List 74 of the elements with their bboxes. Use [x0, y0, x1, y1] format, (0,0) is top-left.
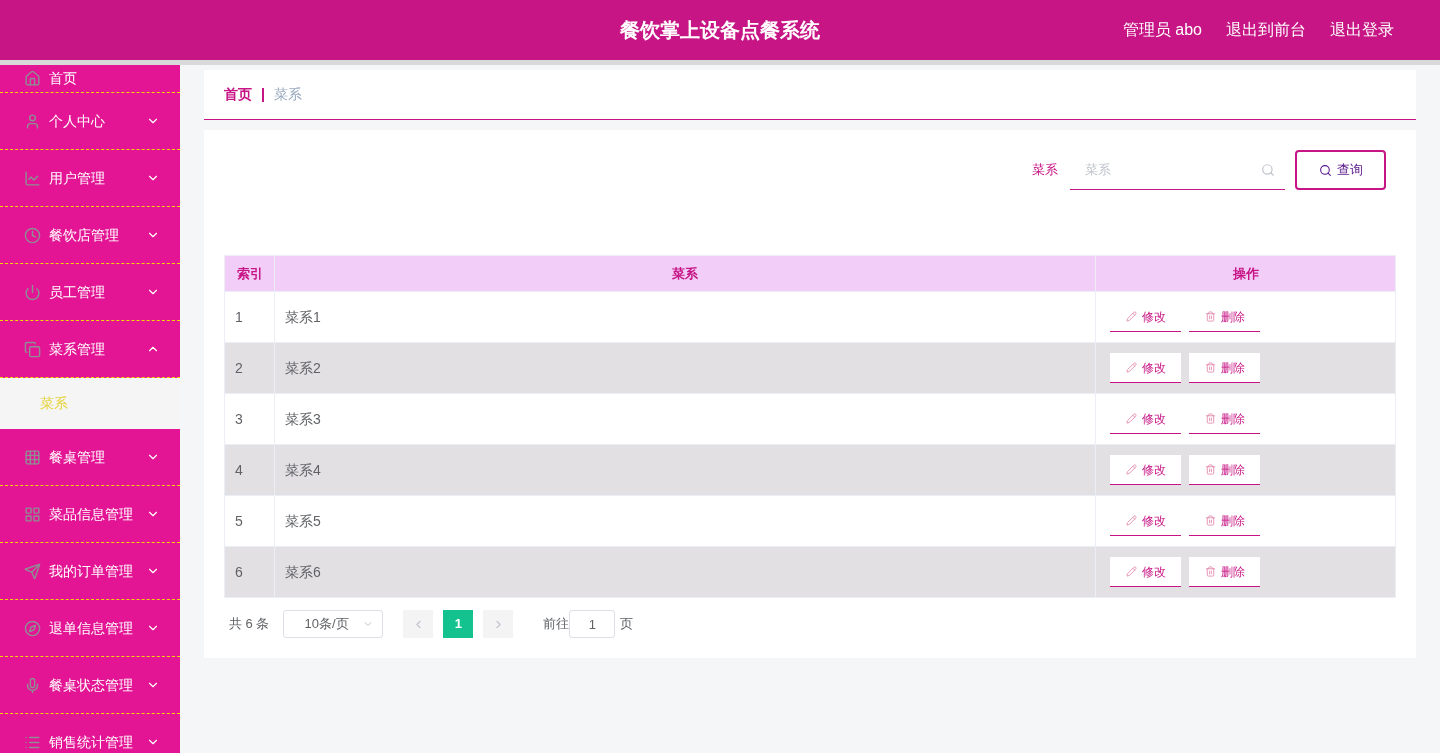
header-link[interactable]: 退出到前台	[1226, 18, 1306, 42]
column-header: 操作	[1095, 255, 1396, 292]
goto-label: 前往	[543, 615, 570, 634]
grid-icon	[24, 448, 41, 466]
sidebar-item[interactable]: 首页	[0, 65, 180, 93]
sidebar-item[interactable]: 餐桌管理	[0, 429, 180, 486]
table-cell: 6	[224, 546, 275, 598]
delete-button[interactable]: 删除	[1189, 557, 1260, 587]
trash-icon	[1204, 311, 1216, 322]
table-cell: 5	[224, 495, 275, 547]
app-title: 餐饮掌上设备点餐系统	[620, 18, 820, 43]
search-field[interactable]: 菜系	[1070, 150, 1285, 190]
pencil-icon	[1125, 311, 1137, 322]
search-icon	[1318, 163, 1332, 177]
edit-button[interactable]: 修改	[1110, 557, 1181, 587]
goto-suffix: 页	[620, 615, 634, 634]
trash-icon	[1204, 464, 1216, 475]
delete-button[interactable]: 删除	[1189, 353, 1260, 383]
edit-button[interactable]: 修改	[1110, 353, 1181, 383]
search-label: 菜系	[1032, 161, 1058, 180]
header-link[interactable]: 管理员 abo	[1122, 18, 1202, 42]
table-cell: 菜系2	[274, 342, 1096, 394]
delete-button[interactable]: 删除	[1189, 455, 1260, 485]
sidebar-item[interactable]: 个人中心	[0, 93, 180, 150]
goto-page-field[interactable]: 1	[569, 610, 616, 638]
sidebar-item[interactable]: 退单信息管理	[0, 600, 180, 657]
next-page-button[interactable]	[483, 610, 514, 638]
paper-plane-icon	[24, 562, 41, 580]
pencil-icon	[1125, 515, 1137, 526]
sidebar-item[interactable]: 菜品信息管理	[0, 486, 180, 543]
pencil-icon	[1125, 362, 1137, 373]
table-cell: 菜系4	[274, 444, 1096, 496]
table-cell: 菜系5	[274, 495, 1096, 547]
column-header: 菜系	[274, 255, 1096, 292]
column-header: 索引	[224, 255, 275, 292]
breadcrumb-home[interactable]: 首页	[224, 84, 252, 105]
sidebar-item[interactable]: 员工管理	[0, 264, 180, 321]
total-count: 共 6 条	[229, 615, 270, 634]
breadcrumb-current: 菜系	[274, 85, 302, 104]
pencil-icon	[1125, 566, 1137, 577]
sidebar-item[interactable]: 餐饮店管理	[0, 207, 180, 264]
trash-icon	[1204, 515, 1216, 526]
prev-page-button[interactable]	[403, 610, 434, 638]
pencil-icon	[1125, 413, 1137, 424]
sidebar-item[interactable]: 菜系管理	[0, 321, 180, 378]
pencil-icon	[1125, 464, 1137, 475]
search-icon	[1261, 163, 1275, 177]
table-cell: 3	[224, 393, 275, 445]
house-icon	[24, 70, 41, 87]
edit-button[interactable]: 修改	[1110, 455, 1181, 485]
table-cell: 菜系3	[274, 393, 1096, 445]
sidebar-item[interactable]: 餐桌状态管理	[0, 657, 180, 714]
table-cell: 1	[224, 291, 275, 343]
table-cell: 菜系1	[274, 291, 1096, 343]
sidebar-item[interactable]: 销售统计管理	[0, 714, 180, 753]
tiles-icon	[24, 505, 41, 523]
trash-icon	[1204, 413, 1216, 424]
microphone-icon	[24, 676, 41, 694]
sidebar-item[interactable]: 用户管理	[0, 150, 180, 207]
sidebar-item[interactable]: 我的订单管理	[0, 543, 180, 600]
trash-icon	[1204, 566, 1216, 577]
table-cell: 2	[224, 342, 275, 394]
power-icon	[24, 283, 41, 301]
compass-icon	[24, 619, 41, 637]
chart-icon	[24, 169, 41, 187]
query-button[interactable]: 查询	[1295, 150, 1386, 190]
header-link[interactable]: 退出登录	[1330, 18, 1394, 42]
trash-icon	[1204, 362, 1216, 373]
page-size-select[interactable]: 10条/页	[283, 610, 384, 638]
clock-icon	[24, 226, 41, 244]
table-cell: 菜系6	[274, 546, 1096, 598]
table-cell: 4	[224, 444, 275, 496]
person-icon	[24, 112, 41, 130]
copy-icon	[24, 340, 41, 358]
